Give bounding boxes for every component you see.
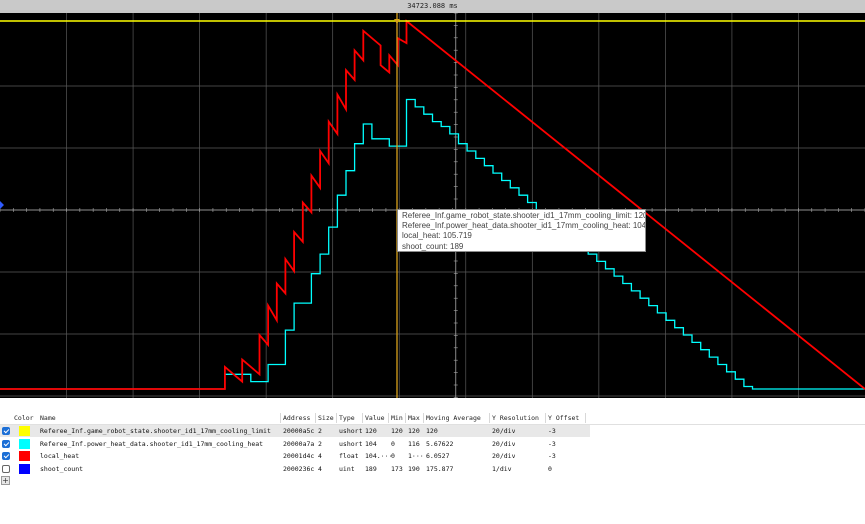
cell-name: shoot_count	[40, 465, 84, 474]
col-header-moving-average[interactable]: Moving Average	[426, 412, 481, 424]
cursor-time-label: 34723.088 ms	[407, 2, 458, 10]
color-swatch[interactable]	[19, 426, 30, 436]
tooltip-line-shoot-count: shoot_count: 189	[402, 241, 464, 251]
col-header-name[interactable]: Name	[40, 412, 56, 424]
splitter[interactable]	[0, 398, 865, 412]
color-swatch[interactable]	[19, 464, 30, 475]
cell-y-offset: -3	[548, 452, 556, 461]
col-header-type[interactable]: Type	[339, 412, 355, 424]
cell-y-resolution: 20/div	[492, 427, 516, 435]
visibility-checkbox[interactable]	[2, 427, 10, 435]
visibility-checkbox[interactable]	[2, 439, 10, 448]
cell-min: 0	[391, 452, 395, 461]
col-header-size[interactable]: Size	[318, 412, 334, 424]
col-header-y-offset[interactable]: Y Offset	[548, 412, 579, 424]
cell-value: 120	[365, 427, 377, 435]
cell-y-resolution: 1/div	[492, 465, 512, 474]
cell-min: 0	[391, 439, 395, 448]
cell-address: 20001d4c	[283, 452, 315, 461]
tooltip-line-limit: Referee_Inf.game_robot_state.shooter_id1…	[402, 211, 646, 220]
cell-value: 189	[365, 465, 377, 474]
cell-value: 104.···	[365, 452, 393, 461]
cell-address: 20000a5c	[283, 427, 315, 435]
add-variable-button[interactable]: +	[1, 476, 10, 485]
plot-canvas[interactable]	[0, 13, 865, 398]
cell-type: uint	[339, 465, 355, 474]
table-row[interactable]: Referee_Inf.power_heat_data.shooter_id1_…	[0, 438, 590, 450]
tooltip-line-heat: Referee_Inf.power_heat_data.shooter_id1_…	[402, 221, 646, 231]
value-tooltip: Referee_Inf.game_robot_state.shooter_id1…	[397, 209, 646, 252]
cell-type: float	[339, 452, 359, 461]
cell-name: local_heat	[40, 452, 80, 461]
cell-min: 120	[391, 427, 403, 435]
cell-max: 116	[408, 439, 420, 448]
cell-moving-average: 120	[426, 427, 438, 435]
color-swatch[interactable]	[19, 438, 30, 449]
table-row[interactable]: Referee_Inf.game_robot_state.shooter_id1…	[0, 425, 590, 437]
cell-address: 20000a7a	[283, 439, 315, 448]
cell-max: 120	[408, 427, 420, 435]
cell-max: 1···	[408, 452, 424, 461]
cell-y-offset: -3	[548, 427, 556, 435]
col-header-min[interactable]: Min	[391, 412, 403, 424]
zero-marker-icon	[0, 201, 4, 209]
cell-size: 4	[318, 452, 322, 461]
cell-moving-average: 5.67622	[426, 439, 454, 448]
plot-grid	[0, 13, 865, 398]
cell-moving-average: 175.877	[426, 465, 454, 474]
col-header-color[interactable]: Color	[14, 412, 34, 424]
cell-size: 2	[318, 439, 322, 448]
color-swatch[interactable]	[19, 451, 30, 462]
visibility-checkbox[interactable]	[2, 452, 10, 461]
cell-y-resolution: 20/div	[492, 439, 516, 448]
cell-moving-average: 6.0527	[426, 452, 450, 461]
cell-name: Referee_Inf.power_heat_data.shooter_id1_…	[40, 439, 264, 448]
cell-min: 173	[391, 465, 403, 474]
cell-y-resolution: 20/div	[492, 452, 516, 461]
cell-value: 104	[365, 439, 377, 448]
cell-type: ushort	[339, 439, 363, 448]
table-row[interactable]: shoot_count 2000236c 4 uint 189 173 190 175.877…	[0, 463, 590, 475]
cell-y-offset: -3	[548, 439, 556, 448]
table-row[interactable]: local_heat 20001d4c 4 float 104.··· 0 1··· 6.05…	[0, 450, 590, 462]
scope-plot[interactable]	[0, 13, 865, 398]
variable-table: Color Name Address Size Type Value Min M…	[0, 412, 865, 524]
cell-size: 2	[318, 427, 322, 435]
table-header: Color Name Address Size Type Value Min M…	[0, 412, 865, 425]
tooltip-line-local-heat: local_heat: 105.719	[402, 231, 472, 241]
visibility-checkbox[interactable]	[2, 465, 10, 474]
col-header-value[interactable]: Value	[365, 412, 385, 424]
cell-name: Referee_Inf.game_robot_state.shooter_id1…	[40, 427, 271, 435]
col-header-address[interactable]: Address	[283, 412, 310, 424]
cell-y-offset: 0	[548, 465, 552, 474]
cell-type: ushort	[339, 427, 363, 435]
col-header-y-resolution[interactable]: Y Resolution	[492, 412, 539, 424]
cell-size: 4	[318, 465, 322, 474]
col-header-max[interactable]: Max	[408, 412, 420, 424]
time-ruler[interactable]: 34723.088 ms	[0, 0, 865, 13]
cell-max: 190	[408, 465, 420, 474]
cell-address: 2000236c	[283, 465, 315, 474]
